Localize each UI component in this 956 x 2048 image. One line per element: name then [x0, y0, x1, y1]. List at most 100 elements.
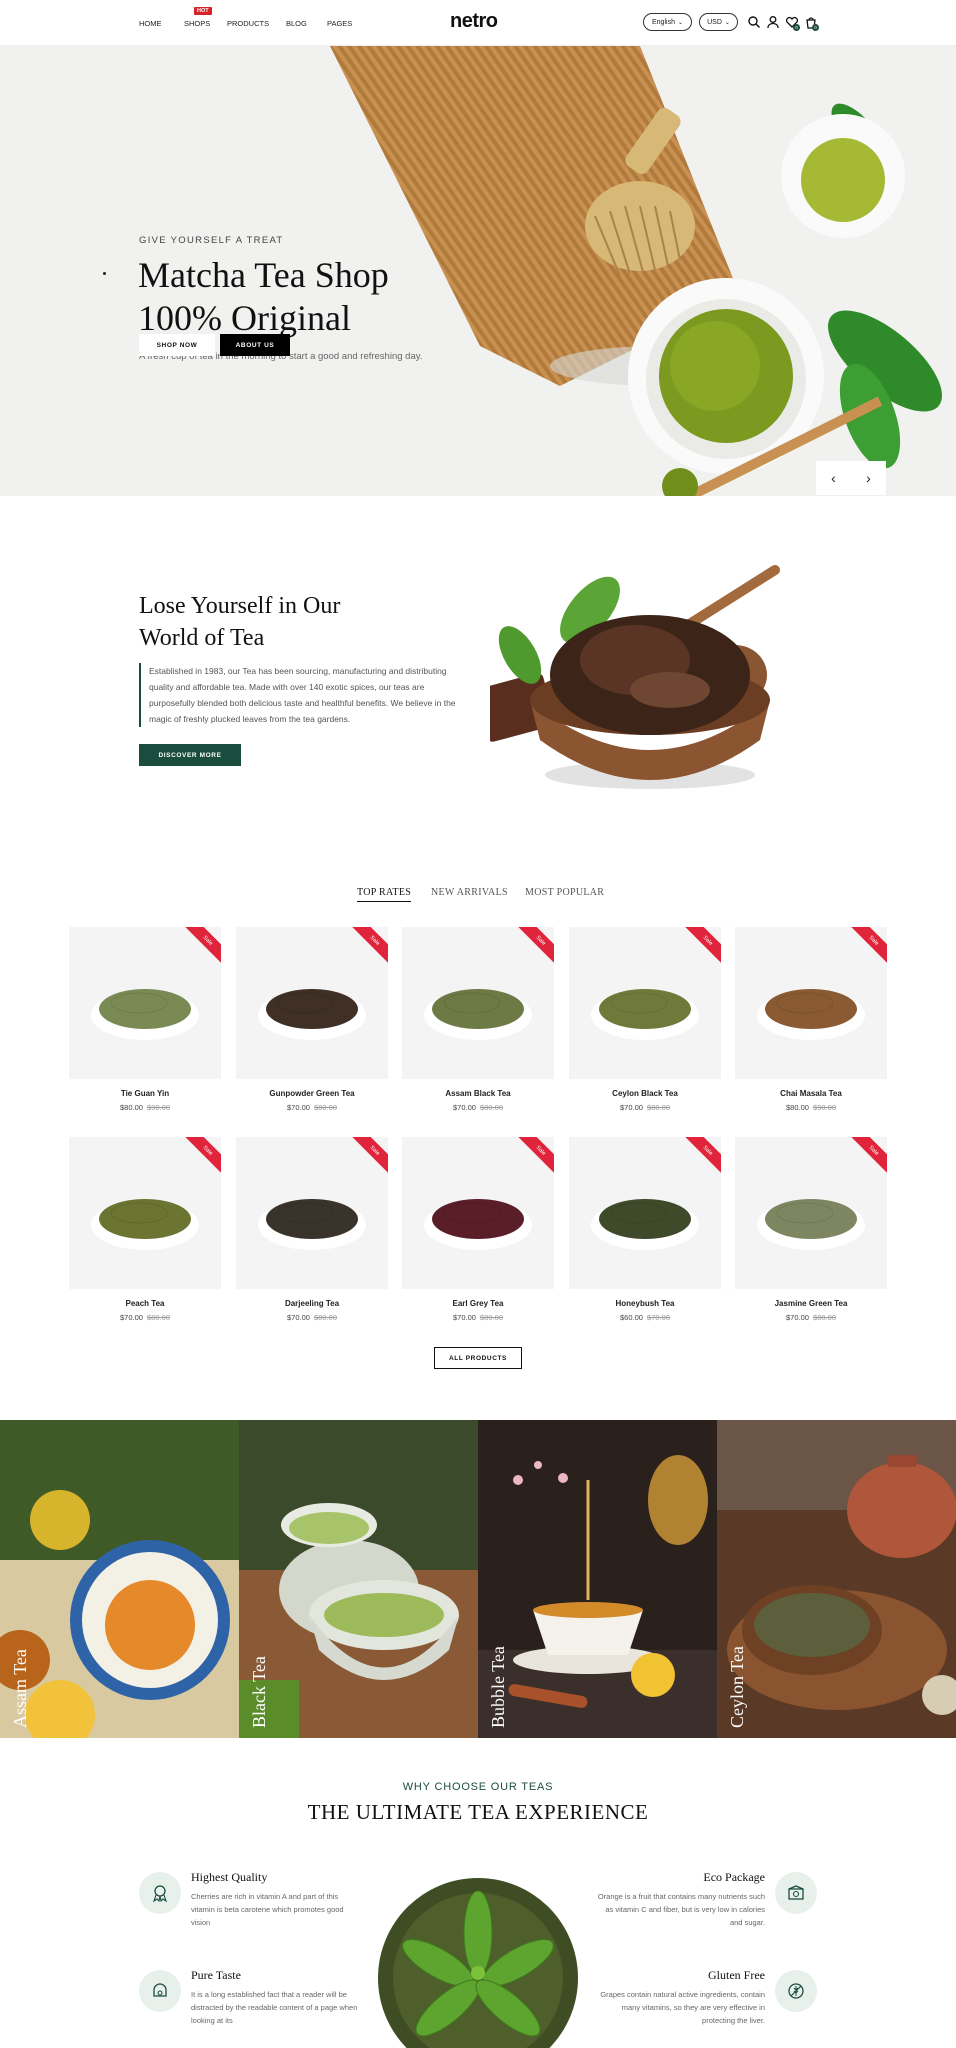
product-image[interactable]: Sale [569, 927, 721, 1079]
feature-title: Pure Taste [191, 1968, 241, 1982]
slide-dot[interactable] [103, 272, 106, 275]
black-tea-image [239, 1420, 478, 1738]
discover-more-button[interactable]: DISCOVER MORE [139, 744, 241, 766]
feature-pure-taste: Pure Taste It is a long established fact… [191, 1968, 361, 2027]
category-ceylon-tea[interactable]: Ceylon Tea [717, 1420, 956, 1738]
category-label: Bubble Tea [488, 1646, 508, 1728]
all-products-button[interactable]: ALL PRODUCTS [434, 1347, 522, 1369]
nav-products[interactable]: PRODUCTS [227, 19, 269, 28]
tea-leaves-image [378, 1878, 578, 2048]
current-price: $60.00 [620, 1313, 643, 1322]
product-card[interactable]: Sale Earl Grey Tea $70.00 $80.00 [402, 1137, 554, 1322]
feature-desc: Grapes contain natural active ingredient… [600, 1990, 765, 2025]
assam-tea-image [0, 1420, 239, 1738]
nav-shops[interactable]: SHOPS [184, 19, 210, 28]
product-price: $60.00 $70.00 [569, 1313, 721, 1322]
search-icon[interactable] [747, 15, 761, 29]
product-image[interactable]: Sale [569, 1137, 721, 1289]
shop-now-button[interactable]: SHOP NOW [139, 334, 215, 356]
site-header: HOME SHOPS HOT PRODUCTS BLOG PAGES netro… [0, 0, 956, 46]
product-image[interactable]: Sale [69, 1137, 221, 1289]
language-label: English [652, 18, 675, 26]
product-price: $80.00 $90.00 [735, 1103, 887, 1112]
product-name[interactable]: Jasmine Green Tea [735, 1299, 887, 1308]
product-price: $70.00 $80.00 [735, 1313, 887, 1322]
product-image[interactable]: Sale [735, 927, 887, 1079]
hero-subtitle: GIVE YOURSELF A TREAT [139, 235, 284, 246]
eco-package-icon [775, 1872, 817, 1914]
wishlist-count: 0 [793, 24, 800, 31]
product-name[interactable]: Darjeeling Tea [236, 1299, 388, 1308]
product-card[interactable]: Sale Gunpowder Green Tea $70.00 $80.00 [236, 927, 388, 1112]
ceylon-tea-image [717, 1420, 956, 1738]
feature-desc: Cherries are rich in vitamin A and part … [191, 1892, 344, 1927]
feature-highest-quality: Highest Quality Cherries are rich in vit… [191, 1870, 361, 1929]
category-assam-tea[interactable]: Assam Tea [0, 1420, 239, 1738]
product-name[interactable]: Assam Black Tea [402, 1089, 554, 1098]
arrow-right-icon[interactable]: › [851, 461, 886, 495]
product-name[interactable]: Peach Tea [69, 1299, 221, 1308]
tea-plate-image [91, 989, 199, 1040]
current-price: $70.00 [120, 1313, 143, 1322]
product-name[interactable]: Earl Grey Tea [402, 1299, 554, 1308]
product-image[interactable]: Sale [735, 1137, 887, 1289]
product-card[interactable]: Sale Darjeeling Tea $70.00 $80.00 [236, 1137, 388, 1322]
nav-pages[interactable]: PAGES [327, 19, 352, 28]
arrow-left-icon[interactable]: ‹ [816, 461, 851, 495]
product-name[interactable]: Gunpowder Green Tea [236, 1089, 388, 1098]
tea-plate-image [757, 1199, 865, 1250]
old-price: $80.00 [147, 1313, 170, 1322]
hero-title-line1: Matcha Tea Shop [138, 255, 389, 295]
tab-new-arrivals[interactable]: NEW ARRIVALS [431, 887, 508, 898]
product-name[interactable]: Tie Guan Yin [69, 1089, 221, 1098]
feature-desc: Orange is a fruit that contains many nut… [597, 1892, 765, 1927]
currency-select[interactable]: USD ⌄ [699, 13, 738, 31]
product-price: $70.00 $80.00 [569, 1103, 721, 1112]
current-price: $70.00 [453, 1313, 476, 1322]
product-image[interactable]: Sale [69, 927, 221, 1079]
product-name[interactable]: Honeybush Tea [569, 1299, 721, 1308]
old-price: $80.00 [813, 1313, 836, 1322]
category-label: Assam Tea [10, 1649, 30, 1728]
product-name[interactable]: Chai Masala Tea [735, 1089, 887, 1098]
product-card[interactable]: Sale Honeybush Tea $60.00 $70.00 [569, 1137, 721, 1322]
tea-plate-image [91, 1199, 199, 1250]
category-black-tea[interactable]: Black Tea [239, 1420, 478, 1738]
tea-bowl-image [490, 565, 780, 789]
user-icon[interactable] [766, 15, 780, 29]
feature-eco-package: Eco Package Orange is a fruit that conta… [595, 1870, 765, 1929]
current-price: $70.00 [786, 1313, 809, 1322]
product-price: $70.00 $80.00 [402, 1313, 554, 1322]
category-bubble-tea[interactable]: Bubble Tea [478, 1420, 717, 1738]
tab-most-popular[interactable]: MOST POPULAR [525, 887, 604, 898]
nav-home[interactable]: HOME [139, 19, 162, 28]
current-price: $80.00 [120, 1103, 143, 1112]
logo[interactable]: netro [450, 10, 498, 33]
product-card[interactable]: Sale Ceylon Black Tea $70.00 $80.00 [569, 927, 721, 1112]
product-name[interactable]: Ceylon Black Tea [569, 1089, 721, 1098]
product-card[interactable]: Sale Peach Tea $70.00 $80.00 [69, 1137, 221, 1322]
feature-gluten-free: Gluten Free Grapes contain natural activ… [595, 1968, 765, 2027]
about-title: Lose Yourself in Our World of Tea [139, 590, 340, 654]
product-card[interactable]: Sale Jasmine Green Tea $70.00 $80.00 [735, 1137, 887, 1322]
old-price: $80.00 [314, 1103, 337, 1112]
product-card[interactable]: Sale Chai Masala Tea $80.00 $90.00 [735, 927, 887, 1112]
old-price: $80.00 [647, 1103, 670, 1112]
current-price: $70.00 [620, 1103, 643, 1112]
product-card[interactable]: Sale Tie Guan Yin $80.00 $90.00 [69, 927, 221, 1112]
slider-arrows: ‹ › [816, 461, 886, 495]
product-image[interactable]: Sale [236, 927, 388, 1079]
product-price: $70.00 $80.00 [402, 1103, 554, 1112]
nav-blog[interactable]: BLOG [286, 19, 307, 28]
about-us-button[interactable]: ABOUT US [220, 334, 290, 356]
product-image[interactable]: Sale [236, 1137, 388, 1289]
product-card[interactable]: Sale Assam Black Tea $70.00 $80.00 [402, 927, 554, 1112]
product-image[interactable]: Sale [402, 1137, 554, 1289]
tab-top-rates[interactable]: TOP RATES [357, 887, 412, 902]
quality-badge-icon [139, 1872, 181, 1914]
category-label: Ceylon Tea [727, 1646, 747, 1728]
gluten-free-icon [775, 1970, 817, 2012]
language-select[interactable]: English ⌄ [643, 13, 692, 31]
product-image[interactable]: Sale [402, 927, 554, 1079]
current-price: $70.00 [453, 1103, 476, 1112]
